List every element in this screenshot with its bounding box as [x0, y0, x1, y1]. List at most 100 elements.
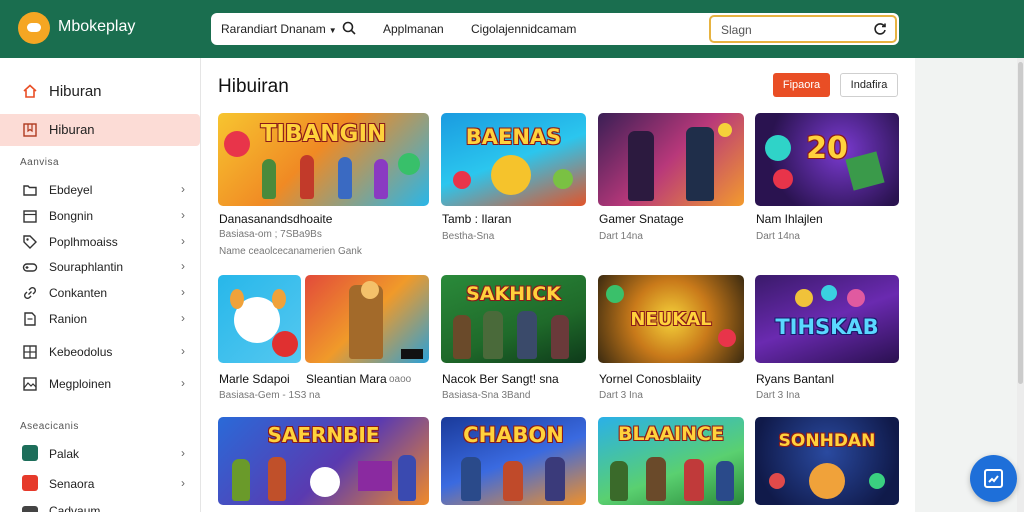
bookmark-icon — [23, 123, 37, 137]
game-card-4[interactable]: 20 Nam Ihlajlen Dart 14na — [755, 113, 899, 243]
thumbnail-title: SONHDAN — [778, 431, 876, 451]
card-meta: Basiasa-Sna 3Band — [442, 390, 531, 401]
chevron-right-icon: › — [181, 311, 185, 325]
sidebar-item-active[interactable]: Hiburan — [0, 114, 200, 146]
game-card-6[interactable]: Sleantian Mara oaoo — [305, 275, 429, 386]
card-meta: Bestha-Sna — [442, 231, 495, 242]
floating-action-button[interactable] — [970, 455, 1017, 502]
chevron-right-icon: › — [181, 259, 185, 273]
card-title: Danasanandsdhoaite — [219, 212, 333, 226]
folder-icon — [23, 185, 37, 196]
category-link[interactable]: Cigolajennidcamam — [471, 22, 576, 36]
gamepad-icon — [22, 263, 38, 272]
sign-in-field[interactable]: Slagn — [709, 15, 897, 43]
right-panel — [915, 58, 1024, 512]
sidebar-item-2[interactable]: Bongnin › — [0, 207, 200, 225]
sidebar-item-label: Megploinen — [49, 377, 112, 391]
game-thumbnail[interactable]: BLAAINCE — [598, 417, 744, 505]
chevron-right-icon: › — [181, 344, 185, 358]
edit-note-icon — [984, 469, 1003, 488]
category-dropdown[interactable]: Rarandiart Dnanam ▼ — [221, 22, 337, 36]
thumbnail-title: NEUKAL — [630, 309, 712, 330]
category-dropdown-label: Rarandiart Dnanam — [221, 22, 326, 36]
game-thumbnail[interactable]: TIHSKAB — [755, 275, 899, 363]
apps-link[interactable]: Applmanan — [383, 22, 444, 36]
refresh-icon[interactable] — [873, 22, 887, 36]
search-icon[interactable] — [342, 21, 356, 35]
thumbnail-title: BLAAINCE — [618, 423, 724, 445]
sidebar-item-label: Palak — [49, 447, 80, 461]
sidebar-item-label: Ebdeyel — [49, 183, 93, 197]
card-meta: Basiasa-Gem - 1S3 na — [219, 390, 321, 401]
sidebar-item-home[interactable]: Hiburan — [0, 80, 200, 104]
sidebar: Hiburan Hiburan Aanvisa Ebdeyel › Bongni… — [0, 58, 200, 512]
game-card-7[interactable]: SAKHICK Nacok Ber Sangt! sna Basiasa-Sna… — [441, 275, 586, 401]
card-meta: Dart 14na — [599, 231, 643, 242]
game-card-8[interactable]: NEUKAL Yornel Conosblaiity Dart 3 Ina — [598, 275, 744, 401]
sidebar-item-8[interactable]: Megploinen › — [0, 375, 200, 393]
game-thumbnail[interactable]: 20 — [755, 113, 899, 206]
game-card-9[interactable]: TIHSKAB Ryans Bantanl Dart 3 Ina — [755, 275, 899, 401]
game-thumbnail[interactable] — [598, 113, 744, 206]
sidebar-item-label: Senaora — [49, 477, 95, 491]
sidebar-item-label: Souraphlantin — [49, 260, 124, 274]
game-thumbnail[interactable]: SONHDAN — [755, 417, 899, 505]
app-icon — [22, 475, 38, 491]
sidebar-app-2[interactable]: Senaora › — [0, 473, 200, 493]
game-card-1[interactable]: TIBANGIN Danasanandsdhoaite Basiasa-om ;… — [218, 113, 429, 257]
scrollbar-thumb[interactable] — [1018, 62, 1023, 384]
card-extra: Name ceaolcecanamerien Gank — [219, 246, 362, 257]
chevron-right-icon: › — [181, 446, 185, 460]
section-heading: Aseacicanis — [20, 421, 79, 432]
chevron-down-icon: ▼ — [328, 26, 337, 35]
game-card-3[interactable]: Gamer Snatage Dart 14na — [598, 113, 744, 243]
sidebar-item-7[interactable]: Kebeodolus › — [0, 343, 200, 361]
sidebar-app-3[interactable]: Cadvaum — [0, 504, 200, 512]
primary-button[interactable]: Fipaora — [773, 73, 830, 97]
thumbnail-title: TIBANGIN — [260, 121, 387, 147]
game-thumbnail[interactable] — [218, 275, 301, 363]
chevron-right-icon: › — [181, 234, 185, 248]
sidebar-item-4[interactable]: Souraphlantin › — [0, 258, 200, 276]
sidebar-app-1[interactable]: Palak › — [0, 443, 200, 463]
sidebar-item-label: Hiburan — [49, 122, 95, 137]
document-icon — [24, 312, 36, 326]
chevron-right-icon: › — [181, 182, 185, 196]
game-thumbnail[interactable]: CHABON — [441, 417, 586, 505]
card-title: Ryans Bantanl — [756, 372, 835, 386]
game-thumbnail[interactable] — [305, 275, 429, 363]
game-thumbnail[interactable]: SAKHICK — [441, 275, 586, 363]
grid-icon — [23, 345, 37, 359]
card-title: Sleantian Mara — [306, 372, 387, 386]
thumbnail-title: SAERNBIE — [267, 423, 380, 447]
thumbnail-title: 20 — [806, 131, 848, 166]
sidebar-item-label: Poplhmoaiss — [49, 235, 118, 249]
game-card-2[interactable]: BAENAS Tamb : Ilaran Bestha-Sna — [441, 113, 586, 243]
game-thumbnail[interactable]: BAENAS — [441, 113, 586, 206]
sidebar-item-3[interactable]: Poplhmoaiss › — [0, 233, 200, 251]
image-icon — [23, 377, 37, 391]
brand-name[interactable]: Mbokeplay — [58, 18, 135, 36]
game-card-12[interactable]: BLAAINCE — [598, 417, 744, 505]
game-card-13[interactable]: SONHDAN — [755, 417, 899, 505]
game-card-10[interactable]: SAERNBIE — [218, 417, 429, 505]
game-card-11[interactable]: CHABON — [441, 417, 586, 505]
game-thumbnail[interactable]: TIBANGIN — [218, 113, 429, 206]
thumbnail-title: CHABON — [463, 423, 564, 447]
card-extra: oaoo — [389, 374, 412, 385]
chat-logo-icon[interactable] — [18, 12, 50, 44]
sidebar-item-label: Ranion — [49, 312, 88, 326]
main-content: Hibuiran Fipaora Indafira TIBANGIN Danas… — [200, 58, 915, 512]
thumbnail-title: SAKHICK — [466, 283, 561, 305]
game-card-5[interactable]: Marle Sdapoi Basiasa-Gem - 1S3 na — [218, 275, 320, 401]
game-thumbnail[interactable]: SAERNBIE — [218, 417, 429, 505]
secondary-button[interactable]: Indafira — [840, 73, 898, 97]
game-thumbnail[interactable]: NEUKAL — [598, 275, 744, 363]
sidebar-item-label: Kebeodolus — [49, 345, 113, 359]
thumbnail-title: BAENAS — [465, 125, 562, 149]
sidebar-item-6[interactable]: Ranion › — [0, 310, 200, 328]
card-title: Gamer Snatage — [599, 212, 684, 226]
sidebar-item-5[interactable]: Conkanten › — [0, 284, 200, 302]
sidebar-item-label: Conkanten — [49, 286, 108, 300]
sidebar-item-1[interactable]: Ebdeyel › — [0, 181, 200, 199]
